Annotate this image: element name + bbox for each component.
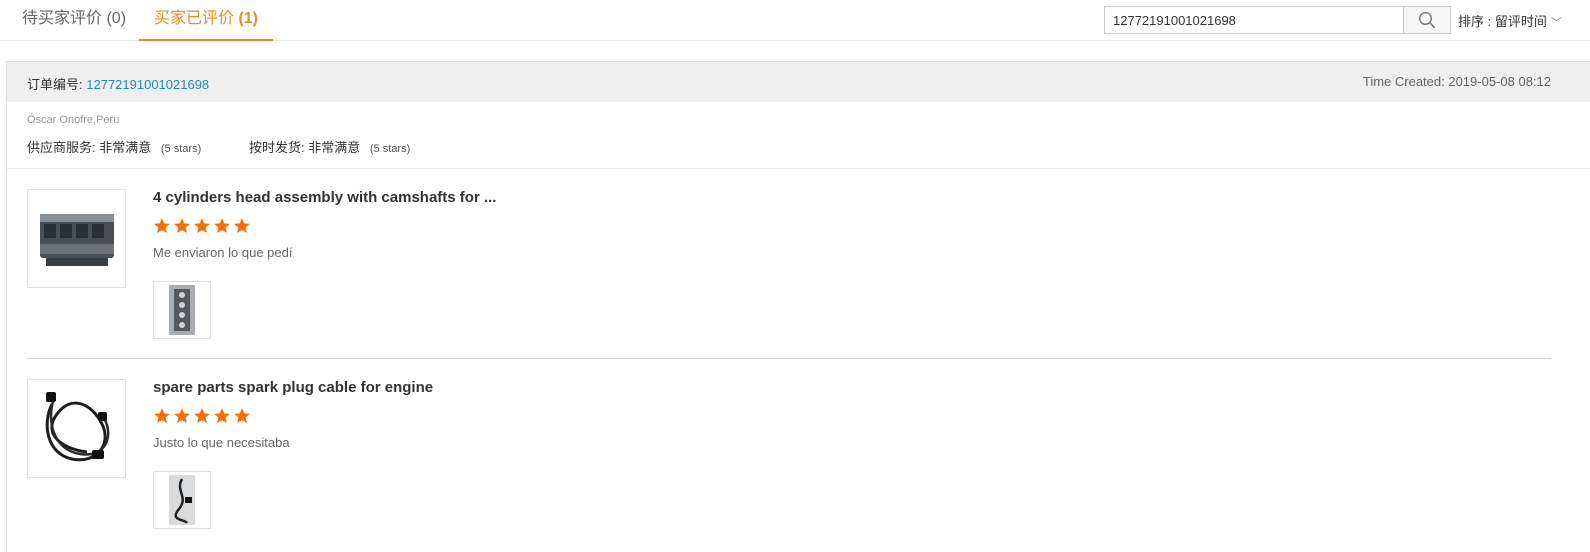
review-tabs-bar: 待买家评价 (0) 买家已评价 (1) 排序 : 留评时间﹀	[0, 0, 1590, 41]
star-icon	[174, 408, 190, 424]
star-icon	[234, 408, 250, 424]
star-icon	[174, 218, 190, 234]
star-icon	[194, 218, 210, 234]
product-title[interactable]: 4 cylinders head assembly with camshafts…	[153, 189, 496, 206]
rating-stars-text: (5 stars)	[160, 143, 202, 155]
order-number: 订单编号: 12772191001021698	[27, 74, 209, 93]
star-icon	[214, 408, 230, 424]
chevron-down-icon: ﹀	[1550, 17, 1562, 29]
star-icon	[234, 218, 250, 234]
search-box	[1104, 6, 1451, 34]
tab-pending-review[interactable]: 待买家评价 (0)	[22, 0, 126, 41]
engine-head-photo	[169, 285, 195, 335]
order-header: 订单编号: 12772191001021698 Time Created: 20…	[7, 61, 1590, 102]
tab-pending-count: (0)	[106, 10, 127, 27]
rating-value: 非常满意	[308, 140, 361, 155]
product-title[interactable]: spare parts spark plug cable for engine	[153, 379, 433, 396]
sort-label: 排序 : 留评时间	[1458, 14, 1547, 29]
spark-plug-cable-image	[45, 391, 109, 461]
spark-plug-cable-photo	[169, 475, 195, 525]
tab-reviewed[interactable]: 买家已评价 (1)	[139, 0, 273, 41]
review-comment: Justo lo que necesitaba	[153, 435, 290, 450]
star-icon	[214, 218, 230, 234]
star-rating	[153, 407, 251, 425]
tab-pending-label: 待买家评价	[22, 10, 103, 27]
on-time-delivery-rating: 按时发货: 非常满意 (5 stars)	[249, 137, 410, 156]
review-photo[interactable]	[153, 281, 211, 339]
order-review-card: 订单编号: 12772191001021698 Time Created: 20…	[6, 61, 1590, 552]
tab-reviewed-label: 买家已评价	[153, 10, 234, 27]
sort-dropdown[interactable]: 排序 : 留评时间 ﹀	[1458, 11, 1562, 30]
divider	[7, 168, 1590, 169]
tab-reviewed-count: (1)	[238, 10, 259, 27]
engine-head-image	[39, 213, 114, 266]
order-number-link[interactable]: 12772191001021698	[86, 77, 209, 92]
item-divider	[27, 358, 1551, 359]
star-icon	[194, 408, 210, 424]
review-comment: Me enviaron lo que pedí	[153, 245, 293, 260]
search-button[interactable]	[1403, 7, 1450, 33]
order-number-label: 订单编号:	[27, 77, 83, 92]
rating-label: 按时发货:	[249, 140, 305, 155]
star-rating	[153, 217, 251, 235]
rating-value: 非常满意	[99, 140, 152, 155]
rating-stars-text: (5 stars)	[369, 143, 411, 155]
review-photo[interactable]	[153, 471, 211, 529]
search-input[interactable]	[1105, 7, 1403, 33]
star-icon	[154, 408, 170, 424]
product-thumbnail[interactable]	[27, 189, 126, 288]
supplier-service-rating: 供应商服务: 非常满意 (5 stars)	[27, 137, 201, 156]
time-created: Time Created: 2019-05-08 08:12	[1362, 74, 1551, 89]
star-icon	[154, 218, 170, 234]
search-icon	[1418, 11, 1436, 29]
buyer-name: Óscar Onofre,Peru	[27, 114, 120, 126]
rating-label: 供应商服务:	[27, 140, 96, 155]
product-thumbnail[interactable]	[27, 379, 126, 478]
